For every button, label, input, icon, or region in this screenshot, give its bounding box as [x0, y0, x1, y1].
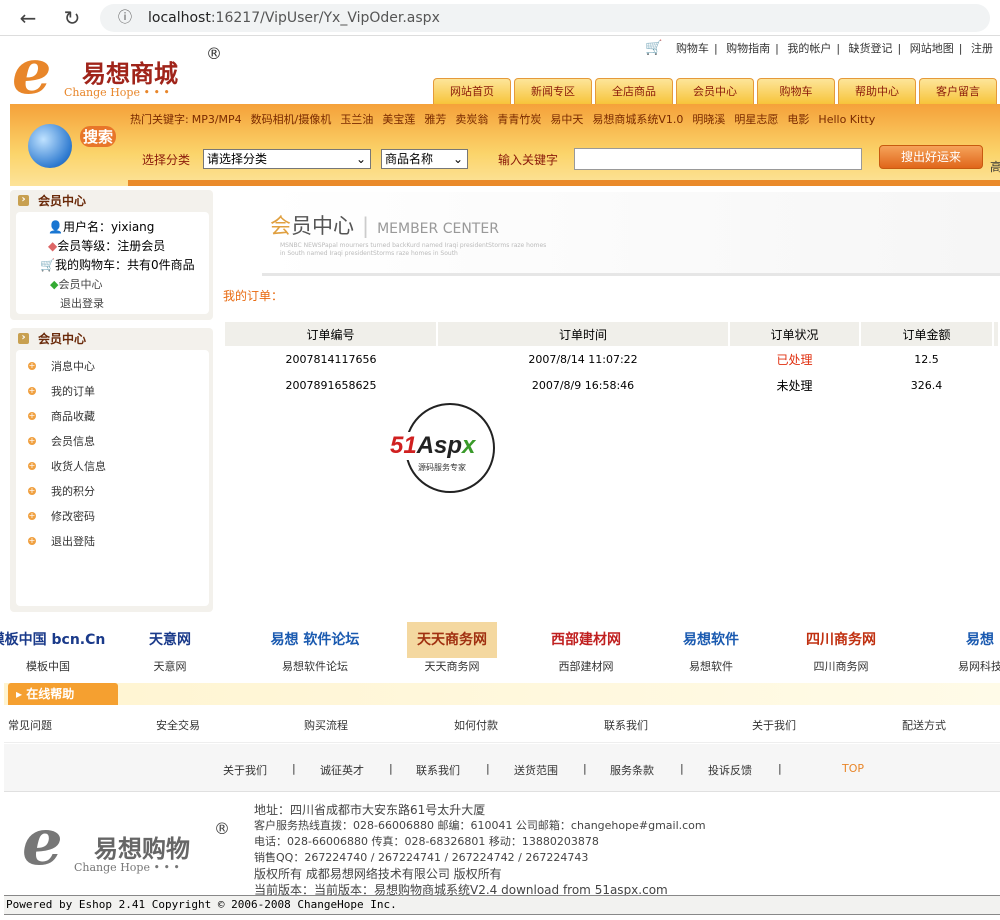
nav-tab-member[interactable]: 会员中心 — [676, 78, 754, 104]
orders-title: 我的订单： — [223, 289, 284, 303]
partner-link[interactable]: 易想软件 易想软件 — [651, 622, 771, 674]
help-link[interactable]: 配送方式 — [902, 717, 946, 733]
member-center-link[interactable]: 会员中心 — [58, 278, 102, 291]
cart-icon: 🛒 — [645, 40, 663, 56]
search-badge: 搜索 — [80, 126, 117, 147]
help-link[interactable]: 如何付款 — [454, 717, 498, 733]
member-info-box: 会员中心 👤用户名：yixiang ◆会员等级：注册会员 🛒我的购物车：共有0件… — [10, 190, 213, 320]
hot-keyword[interactable]: 数码相机/摄像机 — [251, 113, 332, 126]
top-link[interactable]: 购物指南 — [726, 42, 770, 55]
info-icon[interactable]: ⓘ — [118, 4, 132, 32]
top-links: 🛒 购物车 | 购物指南 | 我的帐户 | 缺货登记 | 网站地图 | 注册 — [645, 40, 993, 56]
partner-link[interactable]: 易想 易网科技 — [920, 622, 1000, 674]
menu-item-logout[interactable]: 退出登陆 — [16, 529, 209, 554]
footer-link[interactable]: 服务条款 — [610, 762, 654, 778]
help-link[interactable]: 购买流程 — [304, 717, 348, 733]
footer-link[interactable]: 联系我们 — [416, 762, 460, 778]
cart-icon: 🛒 — [40, 258, 55, 272]
orders-table: 订单编号 订单时间 订单状况 订单金额 2007814117656 2007/8/… — [225, 322, 1000, 398]
hot-keyword[interactable]: 明星志愿 — [734, 113, 778, 126]
menu-item-profile[interactable]: 会员信息 — [16, 429, 209, 454]
help-link[interactable]: 关于我们 — [752, 717, 796, 733]
table-row[interactable]: 2007814117656 2007/8/14 11:07:22 已处理 12.5 — [225, 346, 999, 372]
hot-keyword[interactable]: MP3/MP4 — [192, 113, 242, 126]
footer-link[interactable]: 关于我们 — [223, 762, 267, 778]
hot-keyword[interactable]: 青青竹炭 — [497, 113, 541, 126]
chevron-down-icon: ⌄ — [452, 152, 463, 166]
partner-link[interactable]: 易想 软件论坛 易想软件论坛 — [255, 622, 375, 674]
footer-link[interactable]: 送货范围 — [514, 762, 558, 778]
logout-link[interactable]: 退出登录 — [40, 294, 209, 313]
back-arrow-icon[interactable]: ← — [16, 6, 40, 30]
globe-icon — [28, 124, 72, 168]
menu-item-orders[interactable]: 我的订单 — [16, 379, 209, 404]
nav-tab-home[interactable]: 网站首页 — [433, 78, 511, 104]
nav-tab-news[interactable]: 新闻专区 — [514, 78, 592, 104]
main-nav: 网站首页 新闻专区 全店商品 会员中心 购物车 帮助中心 客户留言 — [433, 78, 1000, 104]
user-icon: 👤 — [48, 220, 63, 234]
powered-by-bar: Powered by Eshop 2.41 Copyright © 2006-2… — [4, 895, 1000, 915]
footer-info: 地址：四川省成都市大安东路61号太升大厦 客户服务热线直拨：028-660068… — [254, 803, 706, 897]
cart-summary[interactable]: 我的购物车：共有0件商品 — [55, 258, 195, 272]
menu-item-favorites[interactable]: 商品收藏 — [16, 404, 209, 429]
site-logo[interactable]: e 易想商城 ® Change Hope • • • — [12, 41, 222, 103]
hot-keyword[interactable]: 电影 — [787, 113, 809, 126]
partner-link[interactable]: 模板中国 bcn.Cn 模板中国 — [0, 622, 108, 674]
hot-keyword[interactable]: 卖炭翁 — [455, 113, 488, 126]
reload-icon[interactable]: ↻ — [60, 6, 84, 30]
top-link[interactable]: 网站地图 — [910, 42, 954, 55]
member-box-title: 会员中心 — [10, 190, 213, 212]
partner-link[interactable]: 天天商务网 天天商务网 — [392, 622, 512, 674]
field-select[interactable]: 商品名称 ⌄ — [381, 149, 468, 169]
hot-keyword[interactable]: 明晓溪 — [692, 113, 725, 126]
member-menu-box: 会员中心 消息中心 我的订单 商品收藏 会员信息 收货人信息 我的积分 修改密码… — [10, 328, 213, 612]
top-link-button[interactable]: TOP — [842, 762, 864, 775]
hot-keyword[interactable]: 玉兰油 — [340, 113, 373, 126]
partner-link[interactable]: 四川商务网 四川商务网 — [781, 622, 901, 674]
chevron-down-icon: ⌄ — [355, 152, 366, 166]
top-link[interactable]: 购物车 — [676, 42, 709, 55]
help-link[interactable]: 常见问题 — [8, 717, 52, 733]
hot-keywords: 热门关键字: MP3/MP4 数码相机/摄像机 玉兰油 美宝莲 雅芳 卖炭翁 青青竹炭 易中天易… — [130, 113, 876, 126]
nav-tab-guestbook[interactable]: 客户留言 — [919, 78, 997, 104]
category-select[interactable]: 请选择分类 ⌄ — [203, 149, 371, 169]
hot-keyword[interactable]: 美宝莲 — [382, 113, 415, 126]
address-bar[interactable]: ⓘ localhost:16217/VipUser/Yx_VipOder.asp… — [100, 4, 990, 32]
partner-link[interactable]: 西部建材网 西部建材网 — [526, 622, 646, 674]
hot-keyword[interactable]: 易中天 — [550, 113, 583, 126]
nav-tab-help[interactable]: 帮助中心 — [838, 78, 916, 104]
top-link[interactable]: 我的帐户 — [787, 42, 831, 55]
search-button[interactable]: 搜出好运来 — [879, 145, 983, 169]
table-row[interactable]: 2007891658625 2007/8/9 16:58:46 未处理 326.4 — [225, 372, 999, 398]
username: 用户名：yixiang — [62, 220, 155, 234]
hot-keyword[interactable]: 雅芳 — [424, 113, 446, 126]
gem-icon: ◆ — [48, 239, 58, 253]
help-link[interactable]: 联系我们 — [604, 717, 648, 733]
menu-item-password[interactable]: 修改密码 — [16, 504, 209, 529]
nav-tab-products[interactable]: 全店商品 — [595, 78, 673, 104]
advanced-search-link[interactable]: 高 — [990, 158, 1000, 175]
menu-item-messages[interactable]: 消息中心 — [16, 354, 209, 379]
keyword-input[interactable] — [574, 148, 862, 170]
hot-keyword[interactable]: 易想商城系统V1.0 — [592, 113, 683, 126]
help-link[interactable]: 安全交易 — [156, 717, 200, 733]
member-level: 会员等级：注册会员 — [57, 239, 166, 253]
menu-item-points[interactable]: 我的积分 — [16, 479, 209, 504]
menu-box-title: 会员中心 — [10, 328, 213, 350]
top-link[interactable]: 缺货登记 — [849, 42, 893, 55]
category-label: 选择分类 — [142, 153, 191, 167]
keyword-label: 输入关键字 — [498, 153, 559, 167]
member-center-banner: 会员中心 | MEMBER CENTER MSNBC NEWSPapal mourn… — [262, 192, 1000, 276]
top-link[interactable]: 注册 — [971, 42, 993, 55]
online-help-title: ▸ 在线帮助 — [8, 683, 118, 705]
footer-link[interactable]: 诚征英才 — [320, 762, 364, 778]
hot-keyword[interactable]: Hello Kitty — [818, 113, 875, 126]
nav-tab-cart[interactable]: 购物车 — [757, 78, 835, 104]
table-header: 订单编号 订单时间 订单状况 订单金额 — [225, 322, 1000, 346]
partner-link[interactable]: 天意网 天意网 — [110, 622, 230, 674]
browser-toolbar: ← ↻ ⓘ localhost:16217/VipUser/Yx_VipOder… — [0, 0, 1000, 36]
footer-link[interactable]: 投诉反馈 — [708, 762, 752, 778]
footer-logo: e 易想购物 ® Change Hope • • • — [22, 805, 230, 880]
menu-item-consignee[interactable]: 收货人信息 — [16, 454, 209, 479]
